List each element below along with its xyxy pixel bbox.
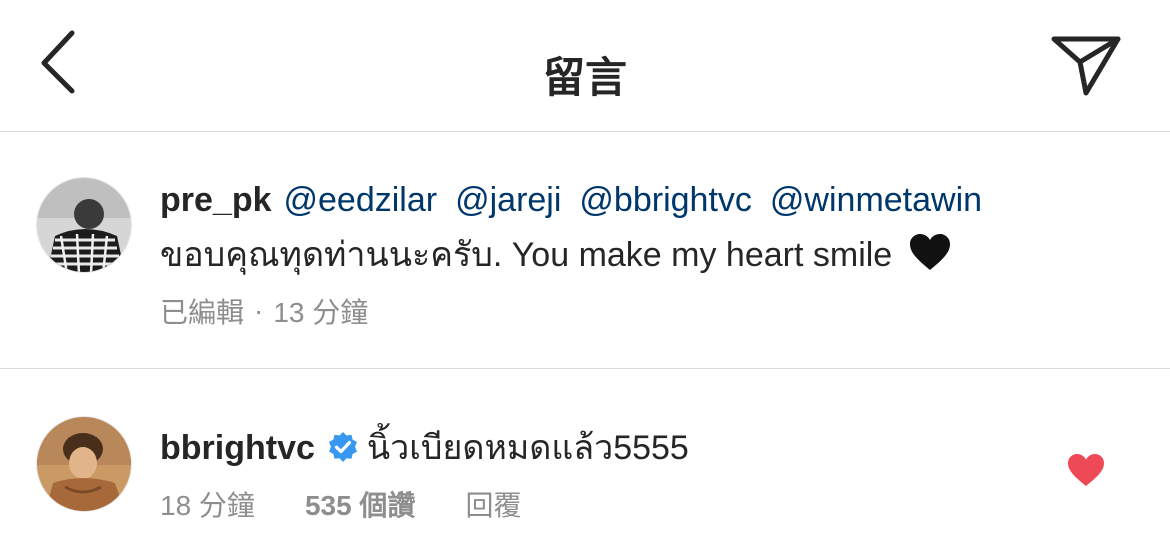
comment-line: bbrightvc นิ้วเบียดหมดแล้ว5555 <box>160 420 689 474</box>
meta-separator: · <box>254 295 264 326</box>
caption-line: pre_pk @eedzilar @jareji @bbrightvc @winmeta… <box>160 181 982 220</box>
mention-link[interactable]: @eedzilar <box>284 181 438 219</box>
caption-body: ขอบคุณทุดท่านนะครับ. You make my heart s… <box>160 227 952 281</box>
black-heart-icon <box>909 234 950 270</box>
mention-link[interactable]: @bbrightvc <box>579 181 751 219</box>
post-caption: pre_pk @eedzilar @jareji @bbrightvc @winmeta… <box>0 133 1170 369</box>
caption-meta: 已編輯 · 13 分鐘 <box>160 291 368 331</box>
comment-time: 18 分鐘 <box>160 490 255 521</box>
paper-plane-icon <box>1051 36 1121 96</box>
profile-photo-icon <box>37 417 131 511</box>
verified-badge-icon <box>328 432 357 462</box>
likes-count[interactable]: 535 個讚 <box>305 490 416 521</box>
avatar[interactable] <box>36 177 132 273</box>
caption-username[interactable]: pre_pk <box>160 181 272 219</box>
heart-icon[interactable] <box>1066 452 1106 488</box>
mention-link[interactable]: @jareji <box>455 181 561 219</box>
comment-item: bbrightvc นิ้วเบียดหมดแล้ว5555 18 分鐘 535 … <box>0 370 1170 560</box>
mention-link[interactable]: @winmetawin <box>770 181 982 219</box>
page-title: 留言 <box>542 53 627 102</box>
profile-photo-icon <box>37 178 131 272</box>
share-button[interactable] <box>1048 32 1124 98</box>
comment-username[interactable]: bbrightvc <box>160 429 315 467</box>
avatar[interactable] <box>36 416 132 512</box>
comment-meta: 18 分鐘 535 個讚 回覆 <box>160 484 521 524</box>
edited-label: 已編輯 <box>160 297 245 328</box>
reply-button[interactable]: 回覆 <box>465 490 521 521</box>
header-bar: 留言 <box>0 0 1170 132</box>
comment-text: นิ้วเบียดหมดแล้ว5555 <box>366 429 689 467</box>
caption-text: ขอบคุณทุดท่านนะครับ. You make my heart s… <box>160 236 893 274</box>
caption-time: 13 分鐘 <box>273 297 369 328</box>
